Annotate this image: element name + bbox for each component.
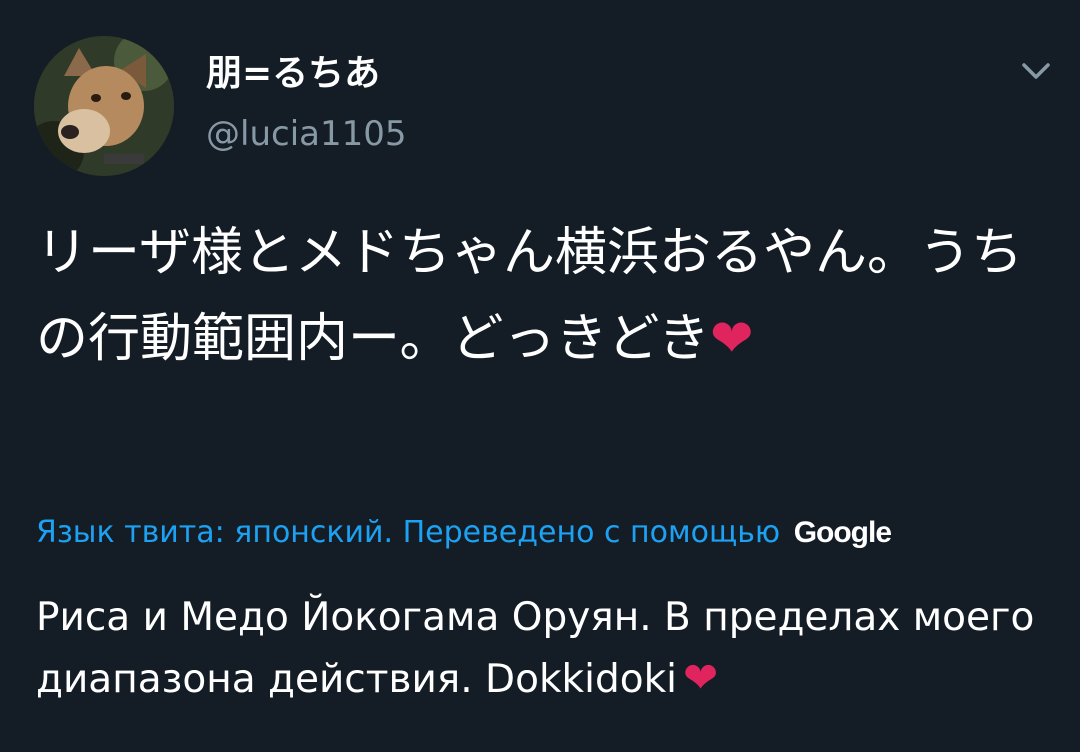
tweet-menu-button[interactable] [1014,52,1058,92]
heart-icon: ❤ [709,309,754,369]
translation-note[interactable]: Язык твита: японский. Переведено с помощ… [36,515,892,550]
avatar[interactable] [34,36,174,176]
dog-avatar-icon [34,36,174,176]
google-logo: Google [793,516,892,549]
author-display-name[interactable]: 朋=るちあ [206,44,380,96]
translated-text-body: Риса и Медо Йокогама Оруян. В пределах м… [36,595,1035,702]
translated-text: Риса и Медо Йокогама Оруян. В пределах м… [36,588,1046,710]
tweet-text: リーザ様とメドちゃん横浜おるやん。うちの行動範囲内ー。どっきどき❤ [36,210,1046,382]
tweet-card: 朋=るちあ @lucia1105 リーザ様とメドちゃん横浜おるやん。うちの行動範… [0,0,1080,752]
author-handle[interactable]: @lucia1105 [206,114,407,154]
tweet-text-body: リーザ様とメドちゃん横浜おるやん。うちの行動範囲内ー。どっきどき [36,223,1023,369]
translation-note-label: Язык твита: японский. Переведено с помощ… [36,515,781,550]
chevron-down-icon [1022,63,1050,79]
heart-icon: ❤ [683,653,719,702]
